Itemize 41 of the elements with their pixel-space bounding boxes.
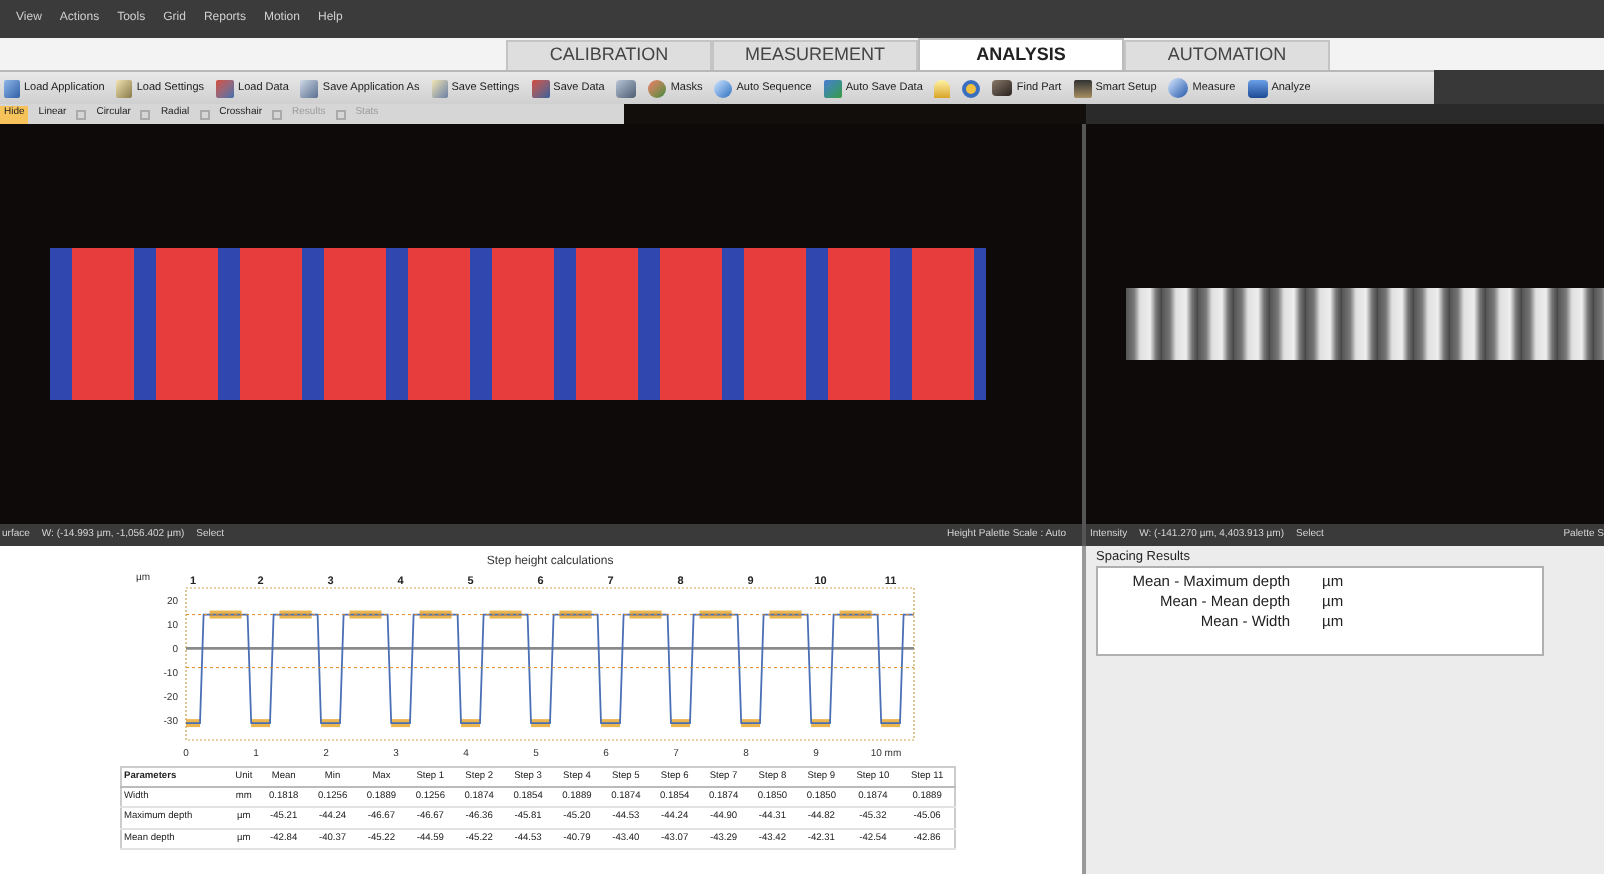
document-icon xyxy=(4,79,20,97)
measurement-region xyxy=(251,719,270,728)
measurement-region xyxy=(699,610,732,619)
measurement-region xyxy=(419,610,452,619)
measurement-region xyxy=(391,719,410,728)
tab[interactable]: ANALYSIS xyxy=(918,38,1124,70)
tool-icon[interactable] xyxy=(335,109,346,119)
document-icon xyxy=(431,79,448,97)
measurement-region xyxy=(531,719,550,728)
measurement-region xyxy=(601,719,620,728)
measurement-region xyxy=(811,719,830,728)
measurement-region xyxy=(349,610,382,619)
tool-icon[interactable] xyxy=(272,109,283,119)
device-icon xyxy=(616,79,637,97)
measurement-region xyxy=(741,719,760,728)
window-icon xyxy=(300,79,319,97)
measurement-region xyxy=(489,610,522,619)
stack-icon xyxy=(1247,79,1268,97)
measurement-region xyxy=(881,719,900,728)
tool-icon[interactable] xyxy=(140,109,151,119)
image-icon xyxy=(823,79,842,97)
measurement-region xyxy=(629,610,662,619)
tool-icon[interactable] xyxy=(76,109,87,119)
measurement-region xyxy=(559,610,592,619)
measurement-region xyxy=(186,719,200,728)
tab[interactable]: MEASUREMENT xyxy=(712,40,918,70)
measurement-region xyxy=(279,610,312,619)
measurement-region xyxy=(671,719,690,728)
tab[interactable]: AUTOMATION xyxy=(1124,40,1330,70)
measurement-region xyxy=(461,719,480,728)
measurement-region xyxy=(321,719,340,728)
lightbulb-icon xyxy=(934,79,951,97)
image-icon xyxy=(531,79,550,97)
measurement-region xyxy=(839,610,872,619)
measurement-region xyxy=(209,610,242,619)
tab[interactable]: CALIBRATION xyxy=(506,40,712,70)
tool-icon[interactable] xyxy=(199,109,210,119)
measurement-region xyxy=(769,610,802,619)
globe-icon xyxy=(714,79,733,97)
document-icon xyxy=(116,79,133,97)
image-icon xyxy=(216,79,235,97)
